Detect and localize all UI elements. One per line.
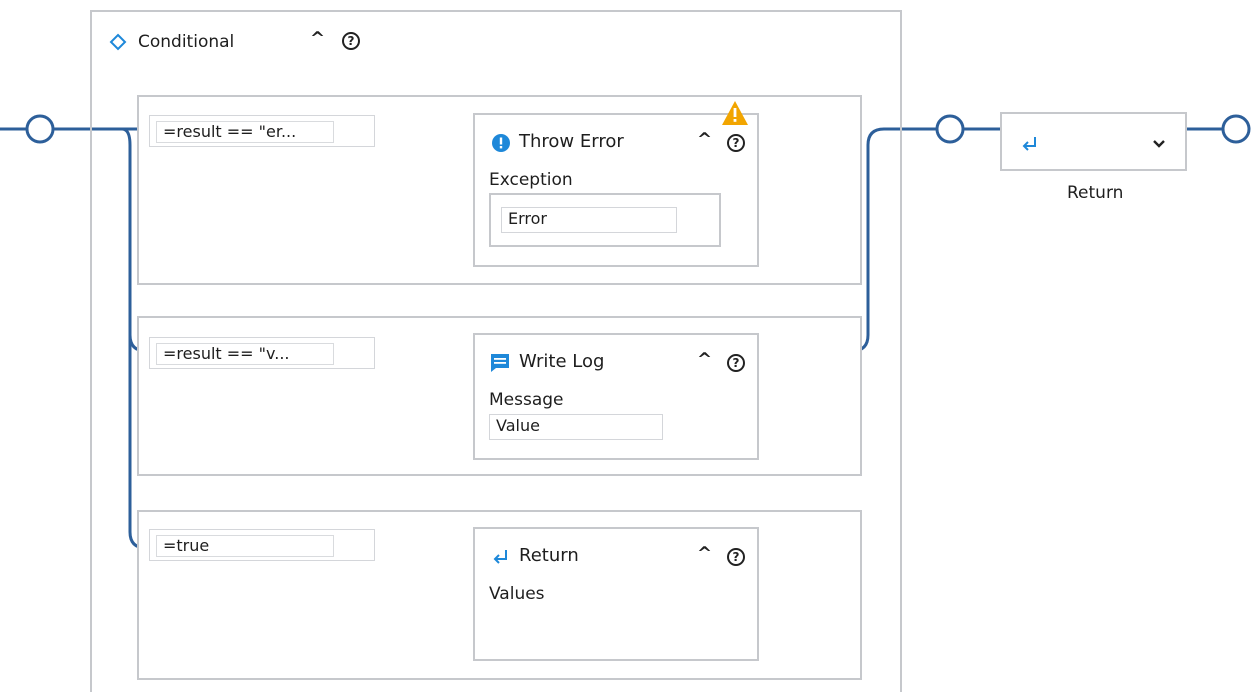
return-node[interactable] — [1000, 112, 1187, 171]
chevron-up-icon[interactable]: ^ — [697, 351, 712, 369]
help-circle-icon[interactable]: ? — [727, 548, 745, 566]
chevron-up-icon[interactable]: ^ — [697, 131, 712, 149]
chevron-down-icon[interactable] — [1150, 136, 1168, 152]
warning-triangle-icon — [721, 100, 749, 126]
error-info-icon — [491, 133, 511, 153]
message-icon — [489, 352, 511, 374]
return-node-label: Return — [1067, 183, 1124, 203]
chevron-up-icon[interactable]: ^ — [310, 30, 325, 48]
exception-label: Exception — [489, 170, 573, 190]
help-circle-icon[interactable]: ? — [342, 32, 360, 50]
input-connector[interactable] — [25, 114, 55, 144]
values-label: Values — [489, 584, 545, 604]
throw-error-activity[interactable]: Throw Error ^ ? Exception Error — [473, 113, 759, 267]
condition-input[interactable]: =result == "er... — [149, 115, 375, 147]
condition-input[interactable]: =result == "v... — [149, 337, 375, 369]
condition-input[interactable]: =true — [149, 529, 375, 561]
message-label: Message — [489, 390, 564, 410]
diamond-icon — [108, 32, 128, 52]
chevron-up-icon[interactable]: ^ — [697, 545, 712, 563]
exception-container: Error — [489, 193, 721, 247]
activity-title: Return — [519, 545, 579, 566]
condition-expression[interactable]: =result == "v... — [156, 343, 334, 365]
return-out-connector[interactable] — [1221, 114, 1251, 144]
condition-expression[interactable]: =true — [156, 535, 334, 557]
help-circle-icon[interactable]: ? — [727, 134, 745, 152]
conditional-title: Conditional — [138, 32, 235, 52]
activity-title: Throw Error — [519, 131, 624, 152]
help-circle-icon[interactable]: ? — [727, 354, 745, 372]
write-log-activity[interactable]: Write Log ^ ? Message Value — [473, 333, 759, 460]
return-in-connector[interactable] — [935, 114, 965, 144]
message-field[interactable]: Value — [489, 414, 663, 440]
condition-expression[interactable]: =result == "er... — [156, 121, 334, 143]
exception-field[interactable]: Error — [501, 207, 677, 233]
return-arrow-icon — [491, 547, 511, 567]
activity-title: Write Log — [519, 351, 605, 372]
return-arrow-icon — [1020, 134, 1040, 154]
return-activity[interactable]: Return ^ ? Values — [473, 527, 759, 661]
